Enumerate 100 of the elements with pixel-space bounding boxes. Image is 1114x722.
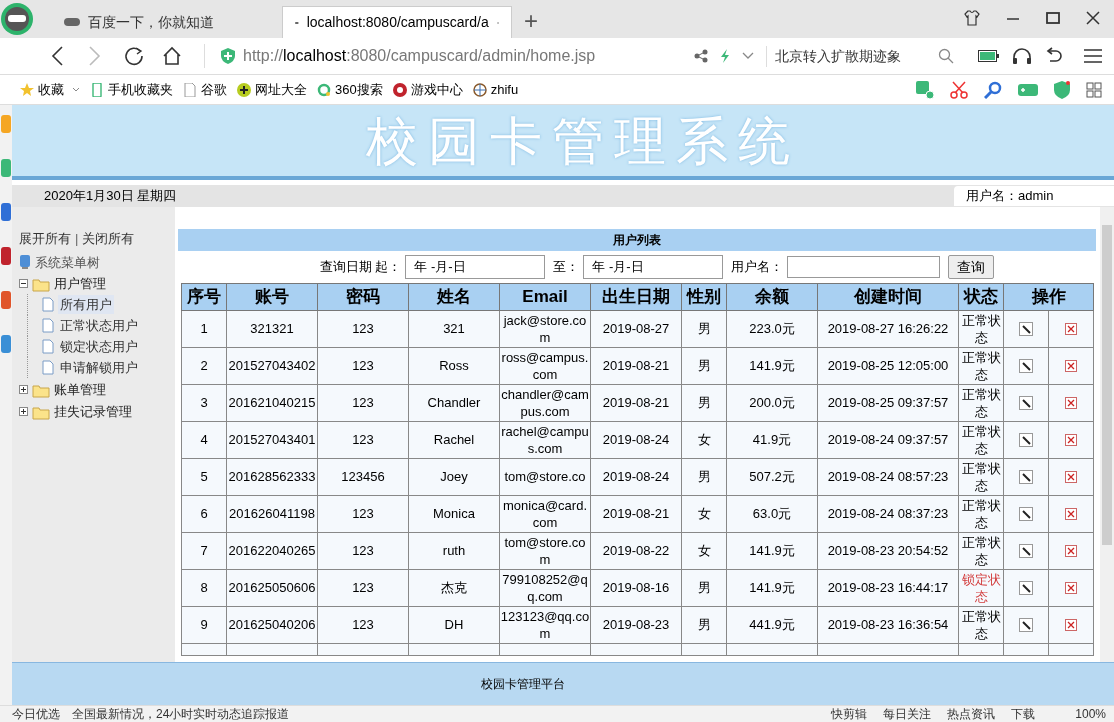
shield-yen-icon[interactable] xyxy=(1054,80,1070,99)
reload-icon[interactable] xyxy=(124,46,144,66)
expand-all-link[interactable]: 展开所有 xyxy=(19,229,71,249)
browser-logo-icon[interactable] xyxy=(0,2,34,36)
bookmark-item[interactable]: 360搜索 xyxy=(317,79,383,100)
magnifier-icon[interactable] xyxy=(984,80,1002,99)
column-header: 姓名 xyxy=(408,283,500,310)
status-link[interactable]: 快剪辑 xyxy=(831,706,868,722)
table-cell: 7 xyxy=(181,532,227,569)
apps-icon[interactable] xyxy=(1086,81,1102,98)
status-link[interactable]: 热点资讯 xyxy=(947,706,996,722)
table-cell: 123 xyxy=(317,606,409,643)
table-cell: 2019-08-24 xyxy=(590,421,682,458)
table-cell: 1 xyxy=(181,310,227,347)
bookmark-item[interactable]: 谷歌 xyxy=(183,79,227,100)
status-link[interactable]: 每日关注 xyxy=(883,706,932,722)
edit-icon[interactable] xyxy=(1019,432,1033,447)
filter-label: 用户名： xyxy=(731,258,784,277)
headphones-icon[interactable] xyxy=(1012,47,1032,65)
shirt-icon[interactable] xyxy=(964,10,980,26)
document-icon xyxy=(42,360,54,375)
delete-icon[interactable] xyxy=(1065,322,1077,335)
column-header: Email xyxy=(499,283,591,310)
undo-icon[interactable] xyxy=(1044,47,1064,65)
scissors-icon[interactable] xyxy=(950,80,968,99)
table-cell: 2 xyxy=(181,347,227,384)
tree-item[interactable]: 正常状态用户 xyxy=(58,315,140,336)
table-cell: Joey xyxy=(408,458,500,495)
bookmark-item[interactable]: 收藏 xyxy=(20,79,80,100)
date-field[interactable]: 年 -月-日 xyxy=(583,255,724,279)
table-cell: 5 xyxy=(181,458,227,495)
tree-item[interactable]: 用户管理 xyxy=(54,273,106,294)
tree-item[interactable]: 挂失记录管理 xyxy=(54,401,132,422)
table-cell: 141.9元 xyxy=(726,569,818,606)
bookmark-item[interactable]: 手机收藏夹 xyxy=(90,79,173,100)
delete-icon[interactable] xyxy=(1065,470,1077,483)
app-shortcut-icon[interactable] xyxy=(1,247,11,265)
share-icon[interactable] xyxy=(694,49,708,63)
edit-icon[interactable] xyxy=(1019,580,1033,595)
ring-icon xyxy=(317,82,331,97)
star-icon xyxy=(20,82,34,97)
app-shortcut-icon[interactable] xyxy=(1,203,11,221)
edit-icon[interactable] xyxy=(1019,395,1033,410)
edit-icon[interactable] xyxy=(1019,506,1033,521)
tree-root[interactable]: 系统菜单树 xyxy=(19,252,175,272)
expand-toggle-icon[interactable] xyxy=(19,385,28,394)
delete-icon[interactable] xyxy=(1065,507,1077,520)
table-cell: 223.0元 xyxy=(726,310,818,347)
chevron-down-icon[interactable] xyxy=(742,52,754,60)
edit-icon[interactable] xyxy=(1019,543,1033,558)
delete-icon[interactable] xyxy=(1065,544,1077,557)
back-icon[interactable] xyxy=(50,46,64,66)
edit-icon[interactable] xyxy=(1019,469,1033,484)
username-field[interactable] xyxy=(787,256,941,278)
search-field[interactable]: 北京转入扩散期迹象 xyxy=(766,45,926,67)
edit-icon[interactable] xyxy=(1019,358,1033,373)
bookmark-item[interactable]: 游戏中心 xyxy=(392,79,463,100)
table-cell: 123123@qq.com xyxy=(499,606,591,643)
browser-tab[interactable]: 百度一下，你就知道 xyxy=(52,6,282,38)
table-cell: 201527043401 xyxy=(226,421,318,458)
tree-item[interactable]: 账单管理 xyxy=(54,379,106,400)
collapse-toggle-icon[interactable] xyxy=(19,279,28,288)
status-cell: 正常状态 xyxy=(958,421,1004,458)
browser-tab[interactable]: localhost:8080/campuscard/a xyxy=(282,6,512,38)
home-icon[interactable] xyxy=(162,46,182,66)
tree-item[interactable]: 锁定状态用户 xyxy=(58,336,140,357)
table-cell: 201621040215 xyxy=(226,384,318,421)
search-button[interactable]: 查询 xyxy=(948,255,995,279)
bookmark-item[interactable]: zhifu xyxy=(472,79,519,100)
maximize-icon[interactable] xyxy=(1046,11,1060,25)
status-link[interactable]: 下载 xyxy=(1011,706,1036,722)
tree-item[interactable]: 申请解锁用户 xyxy=(58,357,140,378)
delete-icon[interactable] xyxy=(1065,359,1077,372)
table-cell: 201625050606 xyxy=(226,569,318,606)
table-cell: 男 xyxy=(681,310,727,347)
edit-icon[interactable] xyxy=(1019,321,1033,336)
tab-title: 百度一下，你就知道 xyxy=(88,12,215,32)
collapse-all-link[interactable]: 关闭所有 xyxy=(82,229,135,249)
delete-icon[interactable] xyxy=(1065,618,1077,631)
delete-icon[interactable] xyxy=(1065,581,1077,594)
date-field[interactable]: 年 -月-日 xyxy=(405,255,546,279)
battery-icon[interactable] xyxy=(978,50,1000,62)
table-cell: 41.9元 xyxy=(726,421,818,458)
status-link[interactable]: 今日优选 xyxy=(12,706,60,722)
address-field[interactable]: http://localhost:8080/campuscard/admin/home.jsp xyxy=(204,44,694,68)
bookmark-item[interactable]: 网址大全 xyxy=(237,79,307,100)
status-link[interactable]: 全国最新情况，24小时实时动态追踪报道 xyxy=(72,706,290,722)
new-tab-button[interactable]: + xyxy=(524,6,538,36)
delete-icon[interactable] xyxy=(1065,396,1077,409)
column-header: 状态 xyxy=(958,283,1004,310)
expand-toggle-icon[interactable] xyxy=(19,407,28,416)
zoom-level[interactable]: 100% xyxy=(1075,706,1106,722)
table-cell: 2019-08-27 16:26:22 xyxy=(817,310,959,347)
edit-icon[interactable] xyxy=(1019,617,1033,632)
tree-item[interactable]: 所有用户 xyxy=(58,294,114,315)
table-cell: 杰克 xyxy=(408,569,500,606)
scrollbar[interactable] xyxy=(1100,207,1114,662)
search-icon[interactable] xyxy=(938,48,954,64)
delete-icon[interactable] xyxy=(1065,433,1077,446)
menu-icon[interactable] xyxy=(1084,49,1102,63)
